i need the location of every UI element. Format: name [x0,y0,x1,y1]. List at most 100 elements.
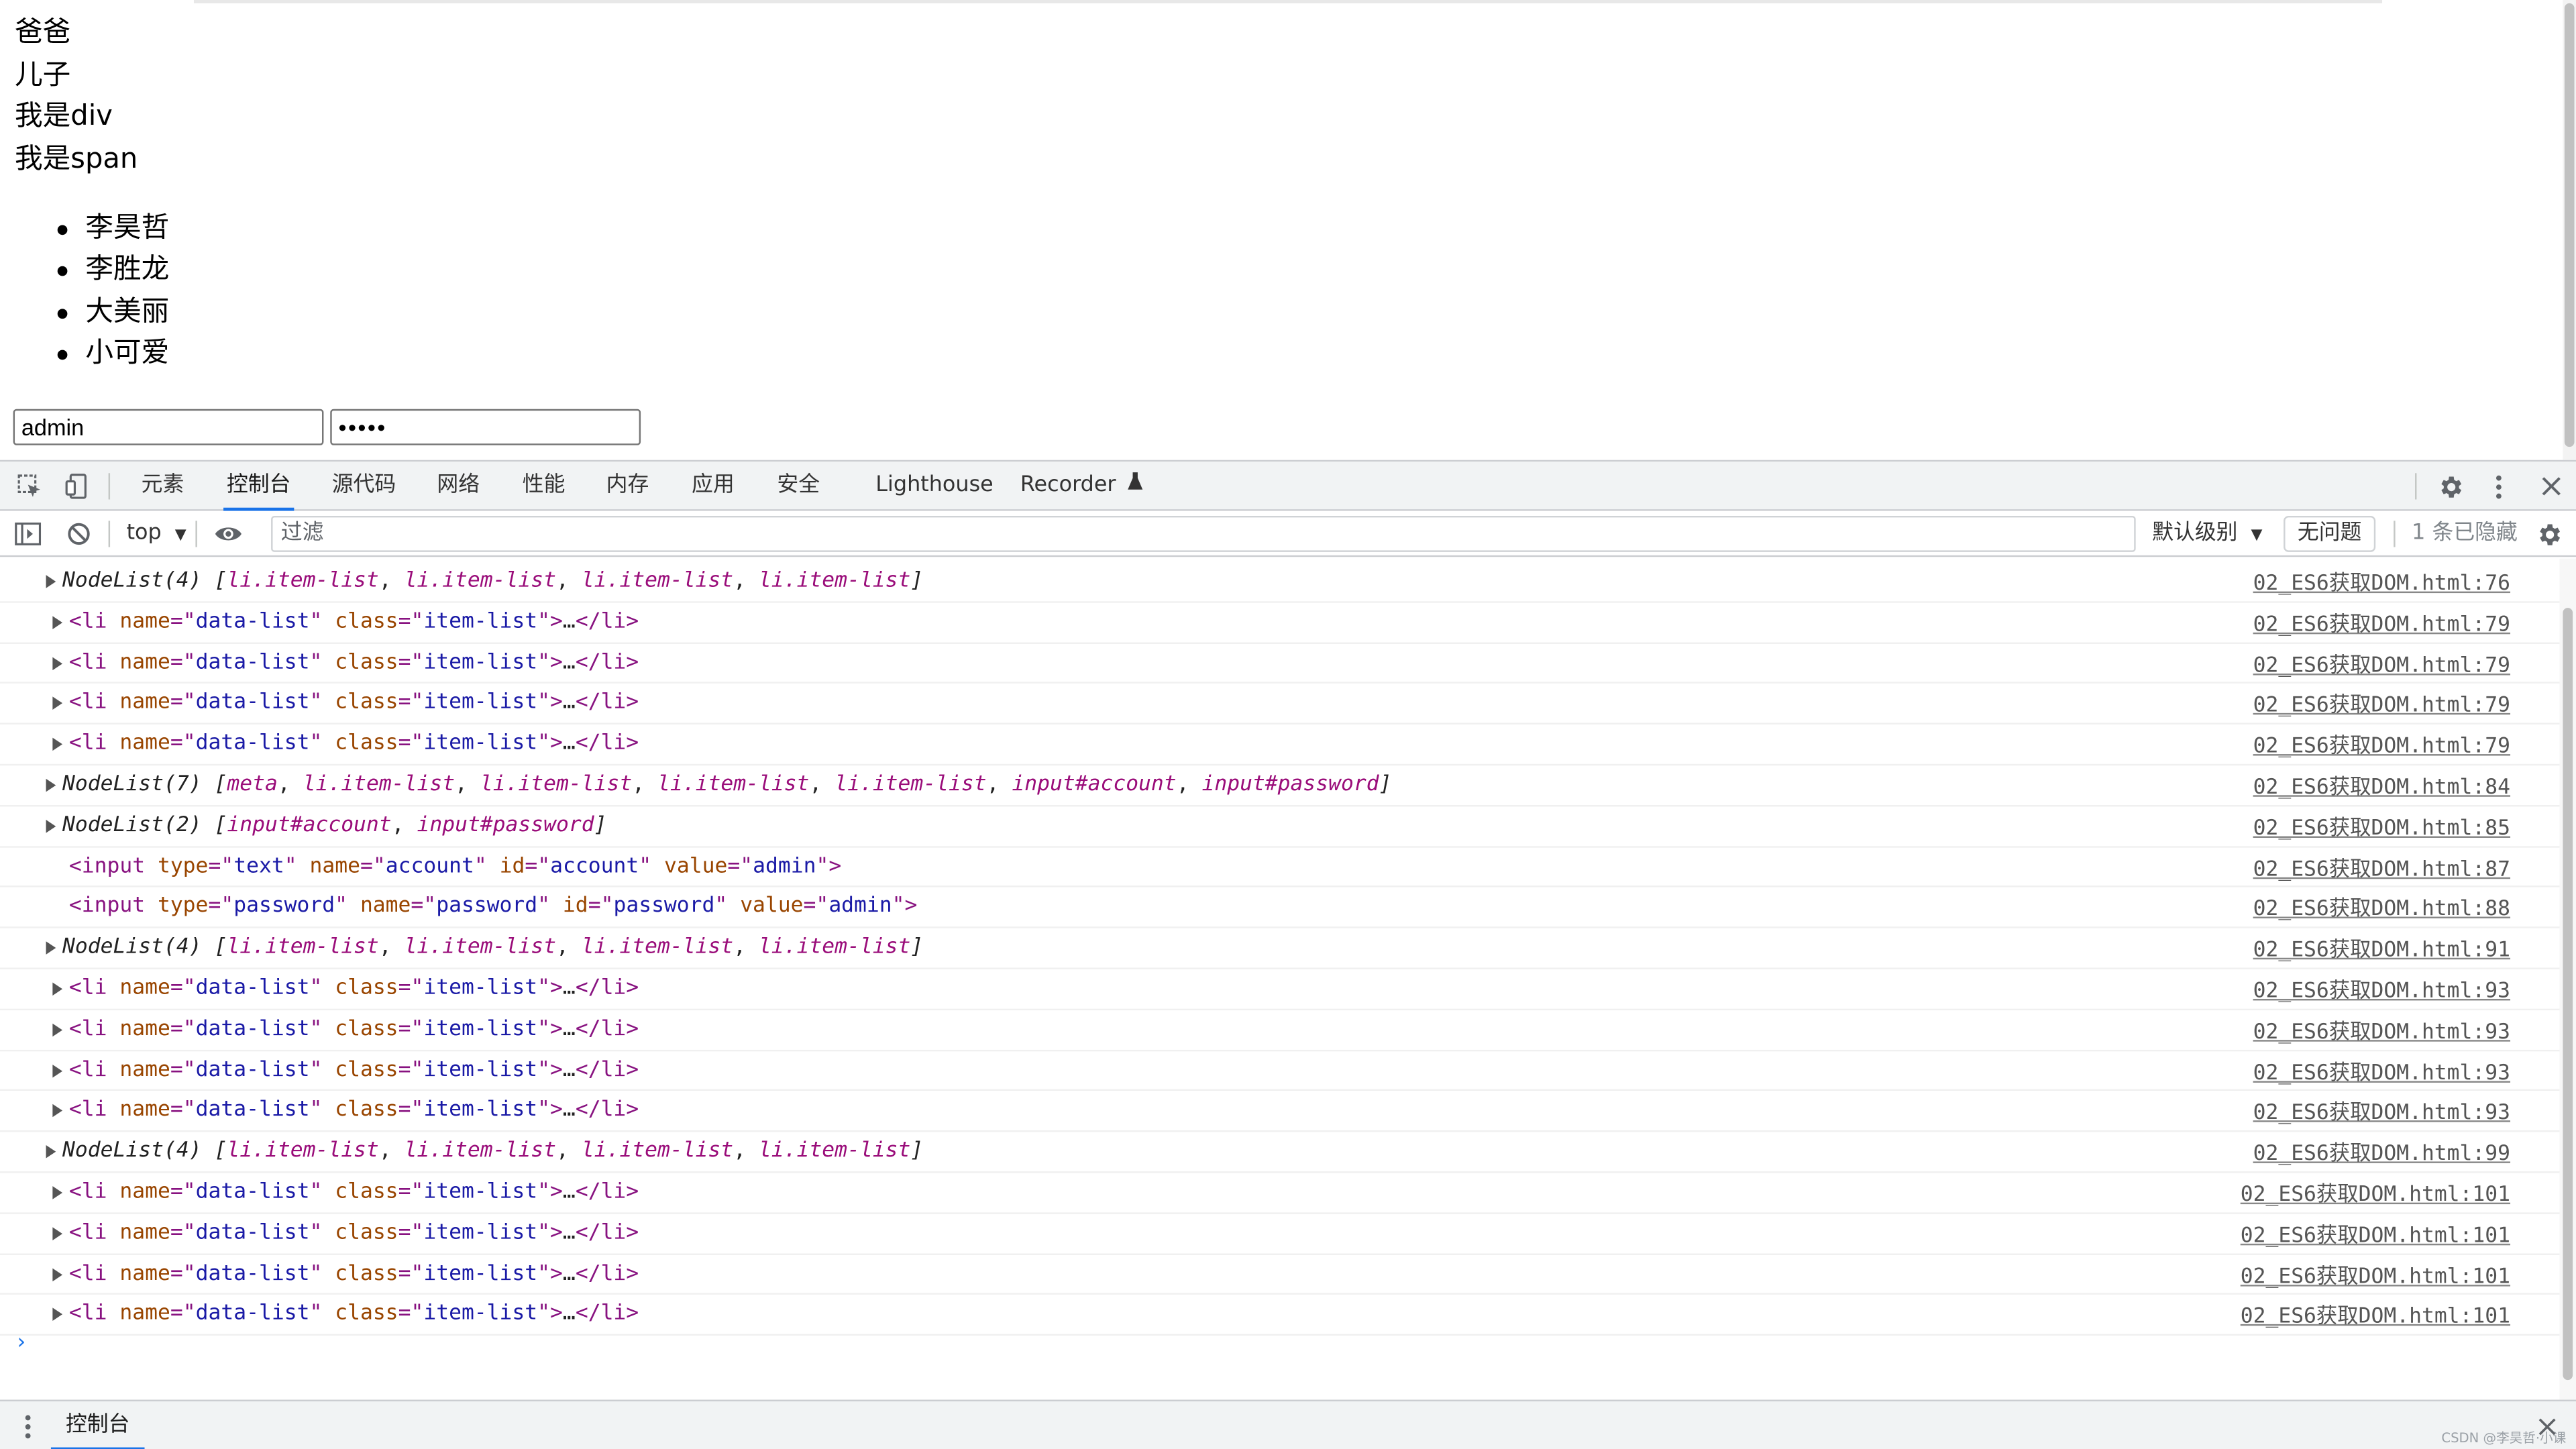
console-row[interactable]: <li name="data-list" class="item-list">…… [0,643,2560,684]
log-level-selector[interactable]: 默认级别 ▼ [2152,511,2262,557]
message-token: data-list [195,1220,310,1245]
gear-icon[interactable] [2530,511,2566,557]
source-link[interactable]: 02_ES6获取DOM.html:85 [2253,810,2510,841]
page-scrollbar[interactable] [2563,0,2576,460]
source-link[interactable]: 02_ES6获取DOM.html:79 [2253,688,2510,718]
console-row[interactable]: <input type="text" name="account" id="ac… [0,847,2560,888]
source-link[interactable]: 02_ES6获取DOM.html:93 [2253,1095,2510,1126]
expand-arrow-icon[interactable] [52,1063,63,1077]
tab-recorder[interactable]: Recorder [1017,462,1147,511]
console-scroll-thumb[interactable] [2563,608,2573,1381]
console-row[interactable]: <input type="password" name="password" i… [0,888,2560,929]
issues-button[interactable]: 无问题 [2284,515,2376,552]
console-row[interactable]: <li name="data-list" class="item-list">…… [0,1214,2560,1255]
source-link[interactable]: 02_ES6获取DOM.html:101 [2241,1299,2510,1330]
tab-security[interactable]: 安全 [773,462,823,511]
tab-application[interactable]: 应用 [688,462,738,511]
console-row[interactable]: NodeList(2) [input#account, input#passwo… [0,806,2560,847]
expand-arrow-icon[interactable] [46,778,56,792]
message-token: value [740,894,804,919]
expand-arrow-icon[interactable] [52,1267,63,1281]
source-link[interactable]: 02_ES6获取DOM.html:91 [2253,932,2510,963]
source-link[interactable]: 02_ES6获取DOM.html:93 [2253,1054,2510,1085]
source-link[interactable]: 02_ES6获取DOM.html:87 [2253,851,2510,881]
tab-memory[interactable]: 内存 [603,462,653,511]
console-row[interactable]: <li name="data-list" class="item-list">…… [0,1010,2560,1051]
console-scrollbar[interactable] [2559,558,2576,1400]
message-token: <li [68,609,120,634]
source-link[interactable]: 02_ES6获取DOM.html:79 [2253,606,2510,637]
message-token: input#password [417,812,594,838]
message-token: class [335,975,398,1001]
source-link[interactable]: 02_ES6获取DOM.html:76 [2253,565,2510,596]
console-row[interactable]: <li name="data-list" class="item-list">…… [0,1295,2560,1336]
message-token: , [632,772,658,797]
account-input[interactable]: admin [13,409,324,445]
message-token: type [157,853,209,879]
expand-arrow-icon[interactable] [52,697,63,710]
source-link[interactable]: 02_ES6获取DOM.html:101 [2241,1258,2510,1289]
expand-arrow-icon[interactable] [52,615,63,629]
console-row[interactable]: <li name="data-list" class="item-list">…… [0,684,2560,725]
expand-arrow-icon[interactable] [46,1145,56,1159]
tab-elements[interactable]: 元素 [138,462,188,511]
expand-arrow-icon[interactable] [52,656,63,670]
console-row[interactable]: <li name="data-list" class="item-list">…… [0,724,2560,766]
message-token: =" [398,649,424,675]
source-link[interactable]: 02_ES6获取DOM.html:88 [2253,891,2510,922]
source-link[interactable]: 02_ES6获取DOM.html:93 [2253,1014,2510,1044]
console-row[interactable]: <li name="data-list" class="item-list">…… [0,1254,2560,1295]
console-row[interactable]: NodeList(4) [li.item-list, li.item-list,… [0,928,2560,969]
device-toolbar-icon[interactable] [59,462,95,511]
page-scroll-thumb[interactable] [2564,3,2575,447]
eye-icon[interactable] [210,511,246,557]
message-token: class [335,1220,398,1245]
inspect-element-icon[interactable] [11,462,48,511]
source-link[interactable]: 02_ES6获取DOM.html:101 [2241,1217,2510,1248]
close-icon[interactable] [2535,462,2568,511]
drawer-menu-icon[interactable] [13,1401,43,1449]
source-link[interactable]: 02_ES6获取DOM.html:84 [2253,769,2510,800]
expand-arrow-icon[interactable] [46,819,56,833]
tab-performance[interactable]: 性能 [519,462,569,511]
source-link[interactable]: 02_ES6获取DOM.html:79 [2253,728,2510,759]
expand-arrow-icon[interactable] [52,1308,63,1322]
expand-arrow-icon[interactable] [46,941,56,955]
message-token: li.item-list [657,772,810,797]
source-link[interactable]: 02_ES6获取DOM.html:79 [2253,647,2510,678]
gear-icon[interactable] [2431,462,2467,511]
source-link[interactable]: 02_ES6获取DOM.html:99 [2253,1136,2510,1167]
kebab-menu-icon[interactable] [2484,462,2514,511]
source-link[interactable]: 02_ES6获取DOM.html:93 [2253,973,2510,1004]
clear-console-icon[interactable] [61,511,97,557]
console-row[interactable]: <li name="data-list" class="item-list">…… [0,969,2560,1010]
tab-network[interactable]: 网络 [434,462,484,511]
console-row[interactable]: NodeList(7) [meta, li.item-list, li.item… [0,765,2560,806]
filter-input[interactable]: 过滤 [271,515,2136,552]
tab-lighthouse[interactable]: Lighthouse [872,462,996,511]
console-row[interactable]: <li name="data-list" class="item-list">…… [0,602,2560,644]
console-output: › NodeList(4) [li.item-list, li.item-lis… [0,559,2560,1400]
message-token: item-list [423,609,538,634]
expand-arrow-icon[interactable] [52,1226,63,1240]
expand-arrow-icon[interactable] [46,575,56,588]
console-row[interactable]: <li name="data-list" class="item-list">…… [0,1091,2560,1132]
message-token: type [157,894,209,919]
console-row[interactable]: <li name="data-list" class="item-list">…… [0,1051,2560,1092]
sidebar-toggle-icon[interactable] [10,511,46,557]
message-token: class [335,1301,398,1327]
tab-sources[interactable]: 源代码 [329,462,399,511]
context-selector[interactable]: top ▼ [127,511,186,557]
source-link[interactable]: 02_ES6获取DOM.html:101 [2241,1176,2510,1208]
expand-arrow-icon[interactable] [52,1023,63,1036]
expand-arrow-icon[interactable] [52,1104,63,1118]
expand-arrow-icon[interactable] [52,738,63,751]
drawer-tab-console[interactable]: 控制台 [50,1401,145,1449]
console-row[interactable]: <li name="data-list" class="item-list">…… [0,1173,2560,1214]
tab-console[interactable]: 控制台 [223,462,294,511]
console-row[interactable]: NodeList(4) [li.item-list, li.item-list,… [0,562,2560,603]
password-input[interactable]: ••••• [330,409,641,445]
console-row[interactable]: NodeList(4) [li.item-list, li.item-list,… [0,1132,2560,1173]
expand-arrow-icon[interactable] [52,1186,63,1199]
expand-arrow-icon[interactable] [52,982,63,996]
